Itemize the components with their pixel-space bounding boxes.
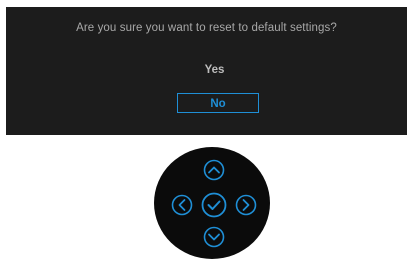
joystick-base — [154, 147, 270, 259]
no-option[interactable]: No — [177, 93, 259, 113]
reset-prompt: Are you sure you want to reset to defaul… — [76, 22, 337, 34]
joystick-control — [154, 147, 270, 259]
reset-confirm-dialog: Are you sure you want to reset to defaul… — [6, 7, 407, 135]
joystick-graphic — [154, 147, 270, 259]
yes-option[interactable]: Yes — [177, 60, 252, 80]
